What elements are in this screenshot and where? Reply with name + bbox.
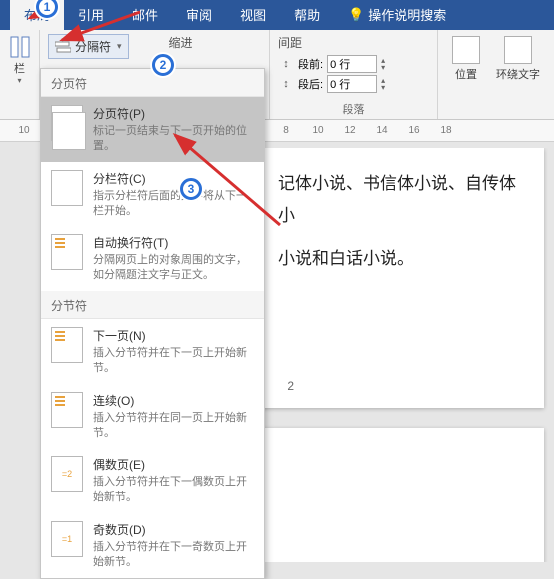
annotation-badge-3: 3 — [180, 178, 202, 200]
stepper-icon[interactable]: ▴▾ — [381, 57, 385, 71]
menu-item-text-wrap-break[interactable]: 自动换行符(T) 分隔网页上的对象周围的文字，如分隔题注文字与正文。 — [41, 226, 264, 291]
next-page-icon — [51, 327, 83, 363]
menu-item-desc: 插入分节符并在同一页上开始新节。 — [93, 411, 254, 441]
chevron-down-icon: ▾ — [117, 41, 122, 52]
position-icon — [452, 36, 480, 64]
wrap-break-icon — [51, 234, 83, 270]
menu-item-title: 自动换行符(T) — [93, 234, 254, 251]
breaks-icon — [55, 40, 71, 54]
breaks-label: 分隔符 — [75, 38, 111, 55]
menu-item-even-page[interactable]: =2 偶数页(E) 插入分节符并在下一偶数页上开始新节。 — [41, 448, 264, 513]
spacing-before-input[interactable] — [327, 55, 377, 73]
menu-item-title: 分栏符(C) — [93, 170, 254, 187]
annotation-badge-2: 2 — [152, 54, 174, 76]
menu-item-next-page[interactable]: 下一页(N) 插入分节符并在下一页上开始新节。 — [41, 319, 264, 384]
body-text: 小说和白话小说。 — [278, 243, 520, 275]
wrap-text-button[interactable]: 环绕文字 — [490, 34, 546, 84]
tab-help[interactable]: 帮助 — [280, 0, 334, 30]
menu-item-odd-page[interactable]: =1 奇数页(D) 插入分节符并在下一奇数页上开始新节。 — [41, 513, 264, 578]
position-button[interactable]: 位置 — [446, 34, 486, 84]
spacing-after-label: 段后: — [298, 76, 323, 92]
menu-item-title: 分页符(P) — [93, 105, 254, 122]
tab-view[interactable]: 视图 — [226, 0, 280, 30]
menu-item-desc: 插入分节符并在下一页上开始新节。 — [93, 346, 254, 376]
spacing-before-icon: ↕ — [278, 56, 294, 72]
menu-item-desc: 指示分栏符后面的文字将从下一栏开始。 — [93, 189, 254, 219]
ruler-tick: 14 — [366, 125, 398, 136]
wrap-label: 环绕文字 — [496, 66, 540, 82]
dropdown-section-pagebreaks: 分页符 — [41, 69, 264, 97]
columns-label: 栏 — [14, 60, 25, 76]
wrap-icon — [504, 36, 532, 64]
ruler-tick: 10 — [8, 125, 40, 136]
paragraph-group-title: 段落 — [278, 101, 429, 117]
spacing-heading: 间距 — [278, 34, 429, 51]
body-text: 记体小说、书信体小说、自传体小 — [278, 168, 520, 233]
spacing-before-label: 段前: — [298, 56, 323, 72]
stepper-icon[interactable]: ▴▾ — [381, 77, 385, 91]
lightbulb-icon: 💡 — [348, 7, 364, 23]
menu-item-column-break[interactable]: 分栏符(C) 指示分栏符后面的文字将从下一栏开始。 — [41, 162, 264, 227]
even-page-icon: =2 — [51, 456, 83, 492]
ruler-tick: 10 — [302, 125, 334, 136]
page-break-icon — [51, 105, 83, 141]
dropdown-section-sectionbreaks: 分节符 — [41, 291, 264, 319]
tab-tellme[interactable]: 💡 操作说明搜索 — [334, 0, 460, 30]
ruler-tick: 16 — [398, 125, 430, 136]
menu-item-title: 偶数页(E) — [93, 456, 254, 473]
ruler-tick: 12 — [334, 125, 366, 136]
columns-button[interactable]: 栏 ▾ — [8, 34, 31, 87]
columns-icon — [10, 36, 30, 58]
spacing-after-icon: ↕ — [278, 76, 294, 92]
menu-item-title: 下一页(N) — [93, 327, 254, 344]
ruler-tick: 18 — [430, 125, 462, 136]
spacing-after-input[interactable] — [327, 75, 377, 93]
odd-page-icon: =1 — [51, 521, 83, 557]
tab-tellme-label: 操作说明搜索 — [368, 5, 446, 24]
indent-heading: 缩进 — [169, 34, 193, 51]
menu-item-desc: 插入分节符并在下一奇数页上开始新节。 — [93, 540, 254, 570]
chevron-down-icon: ▾ — [17, 76, 21, 85]
page-number: 2 — [287, 375, 294, 398]
ribbon-tabs: 布局 引用 邮件 审阅 视图 帮助 💡 操作说明搜索 — [0, 0, 554, 30]
menu-item-title: 连续(O) — [93, 392, 254, 409]
menu-item-desc: 标记一页结束与下一页开始的位置。 — [93, 124, 254, 154]
menu-item-title: 奇数页(D) — [93, 521, 254, 538]
column-break-icon — [51, 170, 83, 206]
breaks-button[interactable]: 分隔符 ▾ — [48, 34, 129, 59]
tab-mail[interactable]: 邮件 — [118, 0, 172, 30]
menu-item-continuous[interactable]: 连续(O) 插入分节符并在同一页上开始新节。 — [41, 384, 264, 449]
continuous-icon — [51, 392, 83, 428]
menu-item-desc: 分隔网页上的对象周围的文字，如分隔题注文字与正文。 — [93, 253, 254, 283]
menu-item-page-break[interactable]: 分页符(P) 标记一页结束与下一页开始的位置。 — [41, 97, 264, 162]
ruler-tick: 8 — [270, 125, 302, 136]
tab-references[interactable]: 引用 — [64, 0, 118, 30]
tab-review[interactable]: 审阅 — [172, 0, 226, 30]
position-label: 位置 — [455, 66, 477, 82]
breaks-dropdown: 分页符 分页符(P) 标记一页结束与下一页开始的位置。 分栏符(C) 指示分栏符… — [40, 68, 265, 579]
menu-item-desc: 插入分节符并在下一偶数页上开始新节。 — [93, 475, 254, 505]
